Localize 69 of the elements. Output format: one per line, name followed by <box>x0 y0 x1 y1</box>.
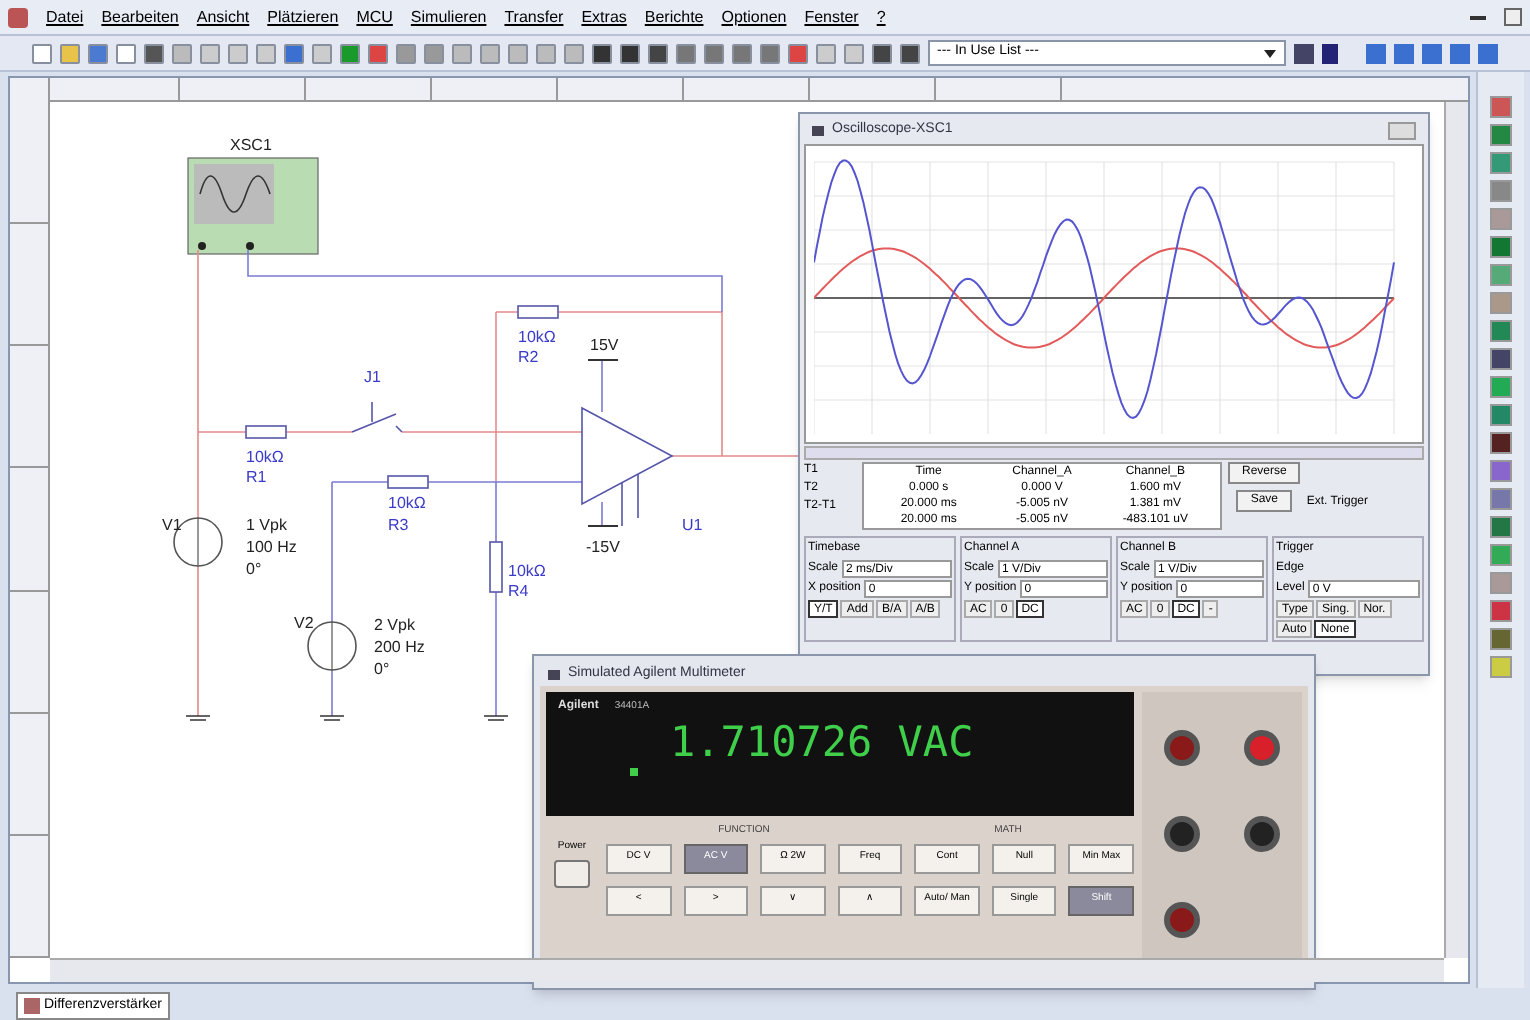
schematic-label: 10kΩ <box>518 328 556 346</box>
ground-symbol <box>319 715 345 721</box>
schematic-label: R1 <box>246 468 267 486</box>
schematic-label: 100 Hz <box>246 538 297 556</box>
toolbar-icon[interactable] <box>143 43 164 63</box>
ground-symbol <box>483 715 509 721</box>
schematic-label: R2 <box>518 348 539 366</box>
window-icon <box>548 669 560 679</box>
toolbar-icon[interactable] <box>871 43 892 63</box>
schematic-label: XSC1 <box>230 136 272 154</box>
schematic-label: 200 Hz <box>374 638 425 656</box>
menu-item[interactable]: Plätzieren <box>267 5 339 29</box>
schematic-label: V2 <box>294 614 314 632</box>
terminal-jack <box>1244 729 1280 766</box>
toolbar-icon[interactable] <box>647 43 668 63</box>
caret-icon <box>1264 49 1277 57</box>
schematic-label: 10kΩ <box>388 494 426 512</box>
display-reading: 1.710726 VAC <box>670 716 976 768</box>
close-icon[interactable] <box>1388 122 1416 140</box>
schematic-label: U1 <box>682 516 703 534</box>
instrument-icon[interactable] <box>1490 348 1512 370</box>
schematic-label: -15V <box>586 538 620 556</box>
menu-item[interactable]: Optionen <box>721 5 787 29</box>
terminal-jack <box>1164 729 1200 766</box>
schematic-label: R4 <box>508 582 529 600</box>
close-icon[interactable] <box>1504 8 1522 26</box>
terminal-jack <box>1164 815 1200 852</box>
menu-item[interactable]: Transfer <box>504 5 564 29</box>
menu-item[interactable]: Bearbeiten <box>101 5 179 29</box>
instrument-icon[interactable] <box>1490 236 1512 258</box>
window-icon <box>812 126 824 136</box>
toolbar-icon[interactable] <box>619 43 640 63</box>
ground-symbol <box>185 715 211 721</box>
schematic-label: 10kΩ <box>508 562 546 580</box>
power-button[interactable] <box>554 859 590 887</box>
schematic-label: J1 <box>364 368 381 386</box>
schematic-label: V1 <box>162 516 182 534</box>
instrument-icon[interactable] <box>1490 432 1512 454</box>
menu-item[interactable]: MCU <box>356 5 393 29</box>
minimize-icon[interactable] <box>1470 15 1486 19</box>
menu-item[interactable]: Datei <box>46 5 84 29</box>
resistor-symbol <box>489 541 503 593</box>
menu-item[interactable]: Ansicht <box>196 5 250 29</box>
menu-item[interactable]: Fenster <box>804 5 859 29</box>
terminal-jack <box>1244 815 1280 852</box>
schematic-label: 10kΩ <box>246 448 284 466</box>
opamp-symbol <box>581 406 674 527</box>
resistor-symbol <box>517 305 559 319</box>
schematic-label: 0° <box>246 560 262 578</box>
resistor-symbol <box>245 425 287 439</box>
schematic-icon <box>24 998 40 1014</box>
oscilloscope-symbol <box>187 157 319 255</box>
schematic-label: 15V <box>590 336 619 354</box>
instrument-icon[interactable] <box>1490 628 1512 650</box>
terminal-jack <box>1164 902 1200 939</box>
menu-item[interactable]: Simulieren <box>410 5 487 29</box>
schematic-label: 2 Vpk <box>374 616 415 634</box>
toolbar-icon[interactable] <box>591 43 612 63</box>
switch-symbol <box>351 401 403 433</box>
menu-item[interactable]: Berichte <box>644 5 704 29</box>
menu-item[interactable]: ? <box>876 5 886 29</box>
instrument-icon[interactable] <box>1490 516 1512 538</box>
schematic-label: 0° <box>374 660 390 678</box>
app-icon <box>8 7 28 27</box>
schematic-label: 1 Vpk <box>246 516 287 534</box>
resistor-symbol <box>387 475 429 489</box>
menu-item[interactable]: Extras <box>581 5 627 29</box>
toolbar-icon[interactable] <box>899 43 919 63</box>
schematic-label: R3 <box>388 516 409 534</box>
